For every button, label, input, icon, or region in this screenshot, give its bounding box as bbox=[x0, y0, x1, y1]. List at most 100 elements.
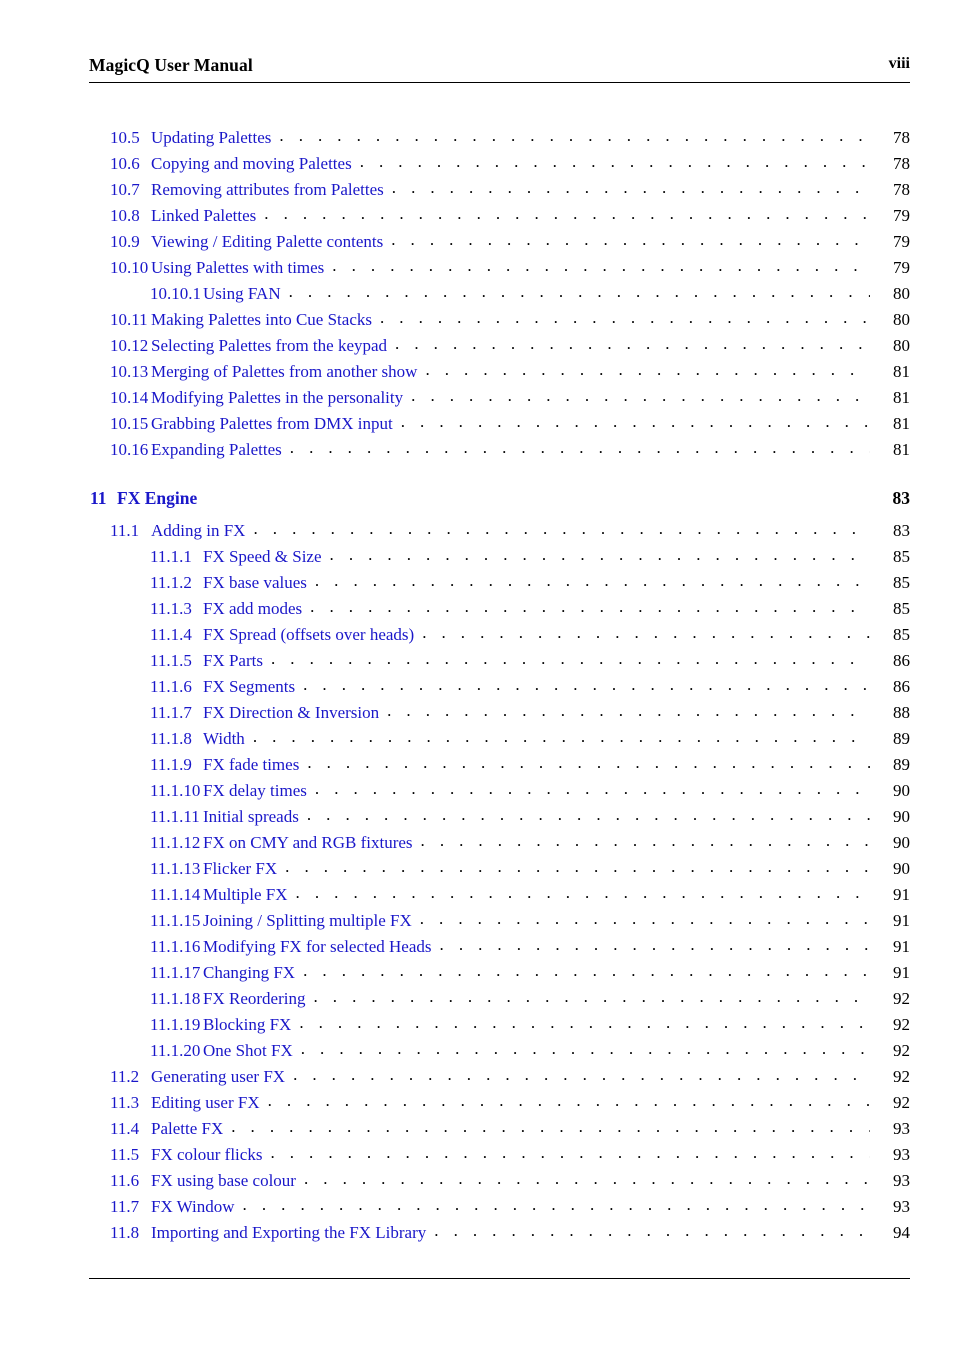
toc-dot-leader bbox=[395, 331, 870, 357]
toc-entry-section[interactable]: 11.3 Editing user FX 92 bbox=[89, 1090, 910, 1116]
toc-entry-section[interactable]: 10.5 Updating Palettes 78 bbox=[89, 125, 910, 151]
toc-entry-pagenumber: 80 bbox=[893, 284, 910, 303]
toc-entry-number: 10.5 bbox=[110, 128, 140, 147]
toc-entry-sub[interactable]: 11.1.8 Width 89 bbox=[89, 726, 910, 752]
toc-entry-pagenumber: 81 bbox=[893, 440, 910, 459]
toc-entry-section[interactable]: 10.8 Linked Palettes 79 bbox=[89, 203, 910, 229]
toc-entry-number: 11 bbox=[90, 488, 107, 508]
toc-entry-sub[interactable]: 11.1.10FX delay times 90 bbox=[89, 778, 910, 804]
toc-entry-number: 11.2 bbox=[110, 1067, 140, 1086]
toc-entry-title: FX delay times bbox=[203, 781, 307, 800]
toc-entry-section[interactable]: 11.4 Palette FX 93 bbox=[89, 1116, 910, 1142]
toc-entry-number: 10.15 bbox=[110, 414, 149, 433]
toc-entry-title: FX Segments bbox=[203, 677, 296, 696]
toc-entry-sub[interactable]: 11.1.1 FX Speed & Size 85 bbox=[89, 544, 910, 570]
toc-entry-sub[interactable]: 11.1.2 FX base values 85 bbox=[89, 570, 910, 596]
header-divider bbox=[89, 82, 910, 83]
toc-dot-leader bbox=[270, 1140, 870, 1166]
toc-entry-number: 11.1 bbox=[110, 521, 140, 540]
running-header: MagicQ User Manual viii bbox=[89, 55, 910, 83]
toc-dot-leader bbox=[253, 516, 870, 542]
toc-entry-sub[interactable]: 11.1.5 FX Parts 86 bbox=[89, 648, 910, 674]
toc-entry-sub[interactable]: 11.1.6 FX Segments 86 bbox=[89, 674, 910, 700]
toc-dot-leader bbox=[401, 409, 870, 435]
toc-entry-section[interactable]: 11.2 Generating user FX 92 bbox=[89, 1064, 910, 1090]
toc-entry-sub[interactable]: 11.1.12FX on CMY and RGB fixtures 90 bbox=[89, 830, 910, 856]
toc-entry-sub[interactable]: 11.1.20One Shot FX 92 bbox=[89, 1038, 910, 1064]
toc-dot-leader bbox=[421, 828, 870, 854]
toc-entry-section[interactable]: 10.13 Merging of Palettes from another sh… bbox=[89, 359, 910, 385]
toc-dot-leader bbox=[290, 435, 870, 461]
toc-entry-sub[interactable]: 11.1.18FX Reordering 92 bbox=[89, 986, 910, 1012]
toc-entry-pagenumber: 81 bbox=[893, 362, 910, 381]
toc-entry-sub[interactable]: 11.1.15Joining / Splitting multiple FX 91 bbox=[89, 908, 910, 934]
toc-entry-section[interactable]: 10.7 Removing attributes from Palettes 78 bbox=[89, 177, 910, 203]
toc-entry-number: 10.14 bbox=[110, 388, 149, 407]
toc-entry-number: 11.1.3 bbox=[150, 599, 192, 618]
toc-entry-pagenumber: 92 bbox=[893, 1067, 910, 1086]
toc-entry-sub[interactable]: 11.1.4 FX Spread (offsets over heads) 85 bbox=[89, 622, 910, 648]
toc-dot-leader bbox=[313, 984, 870, 1010]
toc-entry-sub[interactable]: 11.1.17Changing FX 91 bbox=[89, 960, 910, 986]
toc-dot-leader bbox=[434, 1218, 870, 1244]
toc-entry-section[interactable]: 10.15Grabbing Palettes from DMX input 81 bbox=[89, 411, 910, 437]
toc-entry-section[interactable]: 10.11Making Palettes into Cue Stacks 80 bbox=[89, 307, 910, 333]
toc-entry-title: Making Palettes into Cue Stacks bbox=[151, 310, 372, 329]
toc-entry-title: Using Palettes with times bbox=[151, 258, 325, 277]
toc-entry-number: 11.8 bbox=[110, 1223, 140, 1242]
toc-dot-leader bbox=[392, 175, 870, 201]
toc-entry-number: 11.7 bbox=[110, 1197, 140, 1216]
toc-entry-number: 11.1.11 bbox=[150, 807, 200, 826]
toc-entry-section[interactable]: 10.6 Copying and moving Palettes 78 bbox=[89, 151, 910, 177]
toc-entry-number: 10.10 bbox=[110, 258, 149, 277]
toc-entry-number: 11.1.10 bbox=[150, 781, 201, 800]
toc-entry-sub[interactable]: 11.1.11Initial spreads 90 bbox=[89, 804, 910, 830]
toc-entry-section[interactable]: 11.8 Importing and Exporting the FX Libra… bbox=[89, 1220, 910, 1246]
toc-entry-title: Expanding Palettes bbox=[151, 440, 282, 459]
toc-entry-number: 11.1.13 bbox=[150, 859, 201, 878]
toc-entry-title: One Shot FX bbox=[203, 1041, 293, 1060]
toc-entry-section[interactable]: 10.14 Modifying Palettes in the personali… bbox=[89, 385, 910, 411]
toc-entry-number: 10.9 bbox=[110, 232, 140, 251]
toc-entry-title: Editing user FX bbox=[151, 1093, 260, 1112]
toc-entry-pagenumber: 85 bbox=[893, 625, 910, 644]
toc-entry-section[interactable]: 11.6 FX using base colour 93 bbox=[89, 1168, 910, 1194]
footer-divider bbox=[89, 1278, 910, 1279]
toc-entry-section[interactable]: 11.7 FX Window 93 bbox=[89, 1194, 910, 1220]
toc-entry-sub[interactable]: 11.1.19Blocking FX 92 bbox=[89, 1012, 910, 1038]
toc-entry-section[interactable]: 10.10Using Palettes with times 79 bbox=[89, 255, 910, 281]
toc-entry-pagenumber: 86 bbox=[893, 677, 910, 696]
toc-entry-title: Blocking FX bbox=[203, 1015, 292, 1034]
toc-entry-number: 11.1.15 bbox=[150, 911, 201, 930]
toc-entry-number: 11.1.18 bbox=[150, 989, 201, 1008]
toc-entry-number: 10.16 bbox=[110, 440, 149, 459]
toc-entry-section[interactable]: 10.12Selecting Palettes from the keypad 8… bbox=[89, 333, 910, 359]
toc-entry-section[interactable]: 10.16Expanding Palettes 81 bbox=[89, 437, 910, 463]
toc-entry-chapter[interactable]: 11 FX Engine 83 bbox=[89, 478, 910, 518]
toc-entry-sub[interactable]: 11.1.7 FX Direction & Inversion 88 bbox=[89, 700, 910, 726]
toc-entry-section[interactable]: 11.5 FX colour flicks 93 bbox=[89, 1142, 910, 1168]
toc-entry-number: 11.1.8 bbox=[150, 729, 192, 748]
toc-entry-number: 11.1.14 bbox=[150, 885, 201, 904]
toc-entry-pagenumber: 79 bbox=[893, 258, 910, 277]
toc-dot-leader bbox=[360, 149, 870, 175]
toc-entry-sub[interactable]: 11.1.16Modifying FX for selected Heads 91 bbox=[89, 934, 910, 960]
toc-entry-sub[interactable]: 11.1.14Multiple FX 91 bbox=[89, 882, 910, 908]
toc-entry-sub[interactable]: 10.10.1Using FAN 80 bbox=[89, 281, 910, 307]
toc-entry-title: Removing attributes from Palettes bbox=[151, 180, 384, 199]
toc-entry-pagenumber: 83 bbox=[893, 521, 910, 540]
toc-entry-title: FX colour flicks bbox=[151, 1145, 263, 1164]
toc-dot-leader bbox=[285, 854, 870, 880]
toc-entry-number: 11.4 bbox=[110, 1119, 140, 1138]
toc-entry-section[interactable]: 10.9 Viewing / Editing Palette contents 79 bbox=[89, 229, 910, 255]
toc-entry-sub[interactable]: 11.1.9 FX fade times 89 bbox=[89, 752, 910, 778]
toc-entry-section[interactable]: 11.1 Adding in FX 83 bbox=[89, 518, 910, 544]
toc-dot-leader bbox=[279, 123, 870, 149]
toc-dot-leader bbox=[243, 1192, 870, 1218]
toc-entry-sub[interactable]: 11.1.3 FX add modes 85 bbox=[89, 596, 910, 622]
toc-dot-leader bbox=[296, 880, 870, 906]
toc-dot-leader bbox=[387, 698, 870, 724]
toc-entry-sub[interactable]: 11.1.13Flicker FX 90 bbox=[89, 856, 910, 882]
toc-entry-number: 11.6 bbox=[110, 1171, 140, 1190]
toc-entry-title: Flicker FX bbox=[203, 859, 278, 878]
